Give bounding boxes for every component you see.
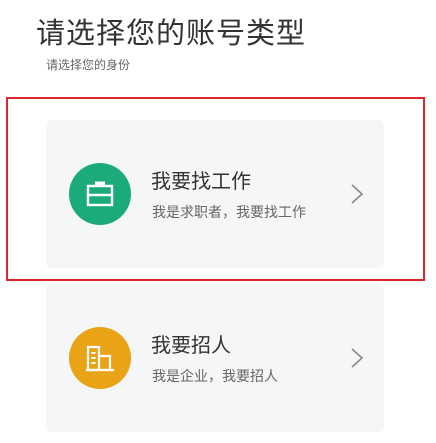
employer-title: 我要招人	[151, 333, 231, 357]
job-seeker-option[interactable]: 我要找工作 我是求职者，我要找工作	[46, 120, 384, 268]
page-title: 请选择您的账号类型	[36, 16, 307, 50]
employer-description: 我是企业，我要招人	[152, 369, 278, 385]
page-subtitle: 请选择您的身份	[46, 58, 131, 72]
company-icon	[86, 345, 114, 372]
employer-option[interactable]: 我要招人 我是企业，我要招人	[46, 284, 384, 432]
employer-icon-circle	[69, 327, 131, 389]
chevron-right-icon	[351, 184, 364, 204]
job-seeker-icon-circle	[69, 163, 131, 225]
briefcase-icon	[86, 181, 114, 207]
job-seeker-description: 我是求职者，我要找工作	[152, 205, 306, 221]
chevron-right-icon	[351, 348, 364, 368]
job-seeker-title: 我要找工作	[151, 169, 251, 193]
